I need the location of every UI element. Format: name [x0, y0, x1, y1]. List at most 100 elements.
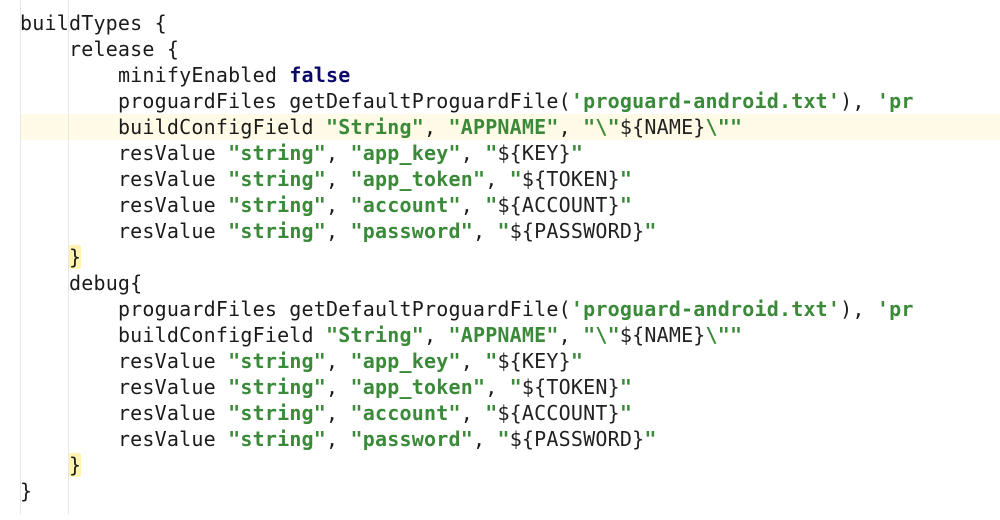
token-plain: debug{ — [69, 271, 142, 295]
token-strp: ${KEY} — [497, 141, 570, 165]
token-strp: ${ACCOUNT} — [497, 401, 619, 425]
token-plain: release { — [69, 37, 179, 61]
token-plain: resValue — [118, 401, 228, 425]
token-str: " — [620, 375, 632, 399]
token-str: " — [571, 349, 583, 373]
token-str: " — [620, 167, 632, 191]
indent-guide — [68, 0, 69, 514]
token-plain: , — [326, 141, 350, 165]
token-str: "String" — [326, 323, 424, 347]
token-str: "\" — [583, 323, 620, 347]
token-strp: ${PASSWORD} — [510, 427, 645, 451]
code-line: buildConfigField "String", "APPNAME", "\… — [20, 114, 1000, 140]
code-line: } — [20, 244, 1000, 270]
token-str: " — [485, 401, 497, 425]
code-line: release { — [20, 36, 1000, 62]
token-str: "password" — [351, 219, 473, 243]
token-plain: , — [461, 193, 485, 217]
token-plain: buildConfigField — [118, 115, 326, 139]
token-str: "password" — [351, 427, 473, 451]
token-strp: ${ACCOUNT} — [497, 193, 619, 217]
token-plain: , — [326, 401, 350, 425]
token-plain: buildTypes { — [20, 11, 167, 35]
token-plain: ) — [840, 89, 852, 113]
token-str: " — [620, 193, 632, 217]
code-line: resValue "string", "account", "${ACCOUNT… — [20, 192, 1000, 218]
token-plain: , — [852, 89, 876, 113]
token-str: "string" — [228, 167, 326, 191]
token-plain: proguardFiles getDefaultProguardFile( — [118, 297, 571, 321]
token-strp: ${TOKEN} — [522, 167, 620, 191]
code-editor: buildTypes { release { minifyEnabled fal… — [0, 0, 1000, 514]
token-str: "string" — [228, 219, 326, 243]
token-plain: resValue — [118, 375, 228, 399]
code-line: buildTypes { — [20, 10, 1000, 36]
code-line: } — [20, 452, 1000, 478]
code-line: debug{ — [20, 270, 1000, 296]
token-plain: , — [326, 219, 350, 243]
token-str: " — [497, 427, 509, 451]
token-plain: ) — [840, 297, 852, 321]
token-plain: , — [326, 427, 350, 451]
token-strp: ${TOKEN} — [522, 375, 620, 399]
token-str: "string" — [228, 349, 326, 373]
token-plain: , — [559, 323, 583, 347]
token-str: "APPNAME" — [448, 115, 558, 139]
token-plain: , — [461, 349, 485, 373]
token-str: "string" — [228, 193, 326, 217]
token-brace: } — [69, 245, 81, 269]
token-str: "account" — [351, 193, 461, 217]
code-line: proguardFiles getDefaultProguardFile( 'pr… — [20, 88, 1000, 114]
code-line: } — [20, 478, 1000, 504]
token-str: " — [497, 219, 509, 243]
code-line: minifyEnabled false — [20, 62, 1000, 88]
token-plain: resValue — [118, 219, 228, 243]
token-plain: , — [424, 323, 448, 347]
token-str: "account" — [351, 401, 461, 425]
token-plain: resValue — [118, 167, 228, 191]
token-str: 'proguard-android.txt' — [571, 297, 840, 321]
token-str: " — [485, 193, 497, 217]
token-strp: ${NAME} — [620, 115, 706, 139]
token-str: "app_key" — [351, 141, 461, 165]
token-str: "APPNAME" — [448, 323, 558, 347]
token-str: "String" — [326, 115, 424, 139]
code-line: resValue "string", "app_token", "${TOKEN… — [20, 166, 1000, 192]
token-plain: resValue — [118, 193, 228, 217]
token-str: \"" — [706, 115, 743, 139]
code-line: buildConfigField "String", "APPNAME", "\… — [20, 322, 1000, 348]
indent-guide — [20, 0, 21, 514]
token-plain: , — [326, 167, 350, 191]
token-plain: minifyEnabled — [118, 63, 289, 87]
code-line: resValue "string", "password", "${PASSWO… — [20, 218, 1000, 244]
token-plain: proguardFiles getDefaultProguardFile( — [118, 89, 571, 113]
token-str: 'pr — [877, 89, 914, 113]
token-plain: , — [473, 219, 497, 243]
token-str: " — [510, 167, 522, 191]
token-strp: ${NAME} — [620, 323, 706, 347]
token-strp: ${KEY} — [497, 349, 570, 373]
code-line: resValue "string", "account", "${ACCOUNT… — [20, 400, 1000, 426]
token-plain: , — [461, 141, 485, 165]
token-str: " — [510, 375, 522, 399]
token-str: " — [644, 427, 656, 451]
token-str: \"" — [706, 323, 743, 347]
token-strp: ${PASSWORD} — [510, 219, 645, 243]
token-plain: , — [485, 167, 509, 191]
token-str: " — [620, 401, 632, 425]
token-str: "string" — [228, 427, 326, 451]
token-plain: , — [326, 349, 350, 373]
token-str: 'pr — [877, 297, 914, 321]
token-kw-false: false — [289, 63, 350, 87]
code-line: resValue "string", "app_token", "${TOKEN… — [20, 374, 1000, 400]
code-block: buildTypes { release { minifyEnabled fal… — [20, 10, 1000, 504]
token-brace: } — [69, 453, 81, 477]
token-str: "string" — [228, 401, 326, 425]
token-plain: } — [20, 479, 32, 503]
token-str: "\" — [583, 115, 620, 139]
token-str: "string" — [228, 141, 326, 165]
token-plain: buildConfigField — [118, 323, 326, 347]
token-str: " — [485, 349, 497, 373]
token-plain: , — [852, 297, 876, 321]
token-plain: resValue — [118, 427, 228, 451]
